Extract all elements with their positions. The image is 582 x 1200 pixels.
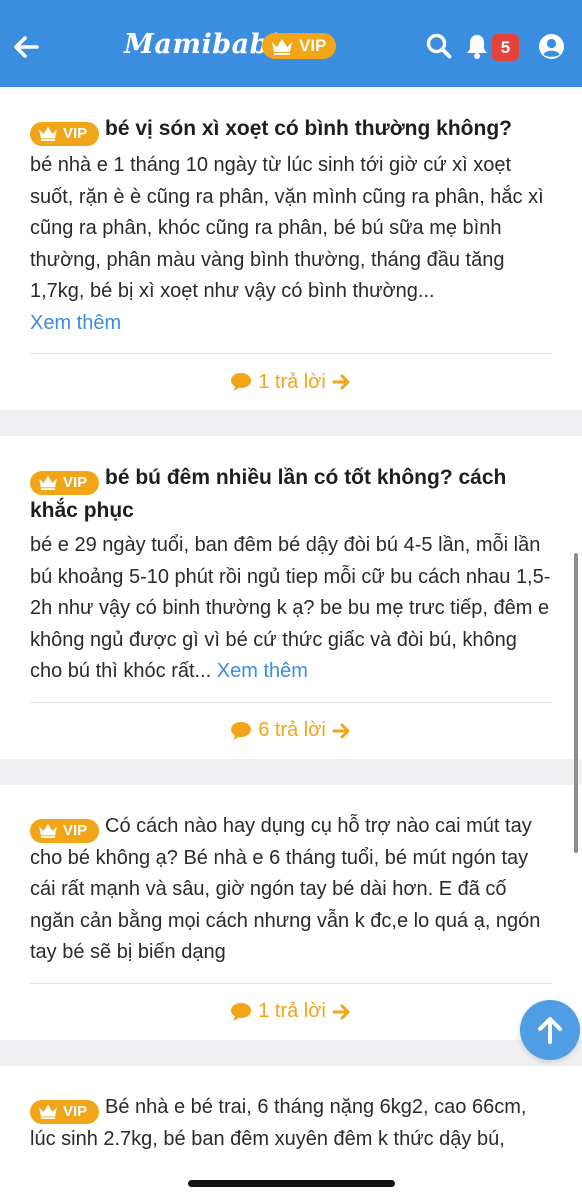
- comment-icon: [231, 721, 252, 740]
- question-card[interactable]: VIP bé vị són xì xoẹt có bình thường khôn…: [0, 87, 582, 410]
- question-title-row[interactable]: VIP bé vị són xì xoẹt có bình thường khôn…: [30, 113, 552, 146]
- question-title[interactable]: bé bú đêm nhiều lần có tốt không? cách k…: [30, 466, 506, 522]
- question-card[interactable]: VIP Có cách nào hay dụng cụ hỗ trợ nào ca…: [0, 784, 582, 1040]
- comment-icon: [231, 1002, 252, 1021]
- vip-badge[interactable]: VIP: [262, 33, 337, 59]
- vip-tag-label: VIP: [63, 474, 88, 491]
- arrow-right-icon: [332, 1004, 350, 1019]
- reply-count: 1 trả lời: [258, 1000, 326, 1022]
- question-excerpt: bé nhà e 1 tháng 10 ngày từ lúc sinh tới…: [30, 154, 544, 302]
- card-separator: [0, 1039, 582, 1066]
- arrow-right-icon: [332, 723, 350, 738]
- question-body[interactable]: bé e 29 ngày tuổi, ban đêm bé dậy đòi bú…: [30, 530, 552, 688]
- search-icon: [426, 33, 452, 59]
- app-logo[interactable]: Mamibabi: [124, 27, 280, 63]
- crown-icon: [39, 126, 57, 141]
- vip-tag: VIP: [30, 1099, 99, 1124]
- vip-tag: VIP: [30, 471, 99, 495]
- reply-count-button[interactable]: 1 trả lời: [30, 354, 552, 410]
- vip-tag: VIP: [30, 122, 99, 146]
- home-indicator: [188, 1180, 395, 1187]
- notification-count-badge[interactable]: 5: [492, 34, 519, 61]
- reply-count: 6 trả lời: [258, 719, 326, 741]
- see-more-link[interactable]: Xem thêm: [217, 660, 308, 682]
- question-body[interactable]: bé nhà e 1 tháng 10 ngày từ lúc sinh tới…: [30, 150, 552, 339]
- crown-icon: [39, 475, 57, 490]
- question-title[interactable]: bé vị són xì xoẹt có bình thường không?: [105, 117, 512, 140]
- crown-icon: [272, 39, 292, 55]
- reply-count: 1 trả lời: [258, 370, 326, 393]
- profile-button[interactable]: [538, 33, 565, 60]
- question-body[interactable]: VIP Có cách nào hay dụng cụ hỗ trợ nào ca…: [30, 811, 552, 969]
- bottom-safe-area: [0, 1150, 582, 1200]
- vip-label: VIP: [299, 36, 327, 55]
- vip-tag-label: VIP: [63, 821, 88, 839]
- arrow-left-icon: [14, 36, 39, 58]
- question-feed: VIP bé vị són xì xoẹt có bình thường khôn…: [0, 87, 582, 1187]
- vip-tag-label: VIP: [63, 125, 88, 142]
- scroll-to-top-button[interactable]: [520, 1000, 580, 1060]
- vip-tag: VIP: [30, 818, 99, 843]
- reply-count-button[interactable]: 1 trả lời: [30, 984, 552, 1040]
- comment-icon: [231, 373, 252, 391]
- bell-icon: [467, 35, 487, 59]
- vip-tag-label: VIP: [63, 1102, 88, 1120]
- question-card[interactable]: VIP bé bú đêm nhiều lần có tốt không? các…: [0, 436, 582, 759]
- scrollbar[interactable]: [574, 553, 578, 853]
- search-button[interactable]: [426, 33, 452, 59]
- arrow-up-icon: [538, 1017, 562, 1044]
- user-icon: [539, 34, 564, 59]
- card-separator: [0, 758, 582, 785]
- reply-count-button[interactable]: 6 trả lời: [30, 703, 552, 759]
- card-separator: [0, 410, 582, 436]
- question-title-row[interactable]: VIP bé bú đêm nhiều lần có tốt không? các…: [30, 462, 552, 526]
- arrow-right-icon: [332, 374, 350, 390]
- question-excerpt: Có cách nào hay dụng cụ hỗ trợ nào cai m…: [30, 814, 541, 964]
- notifications-button[interactable]: [464, 33, 490, 59]
- crown-icon: [39, 1104, 57, 1119]
- see-more-link[interactable]: Xem thêm: [30, 312, 121, 334]
- back-button[interactable]: [10, 31, 42, 63]
- crown-icon: [39, 823, 57, 838]
- app-header: Mamibabi VIP 5: [0, 0, 582, 87]
